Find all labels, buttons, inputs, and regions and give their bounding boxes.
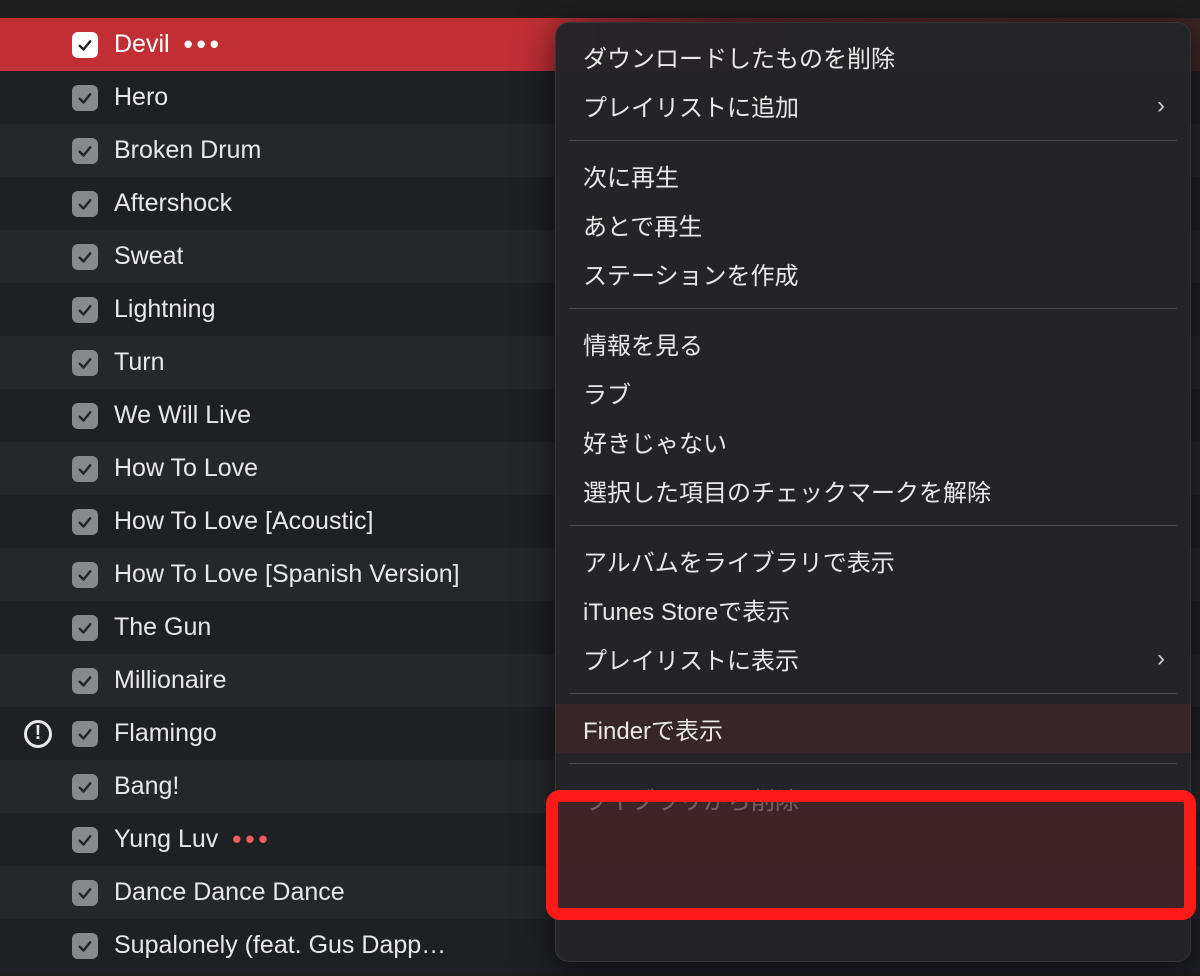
context-menu-item[interactable]: iTunes Storeで表示 xyxy=(555,585,1191,634)
song-title: Turn xyxy=(114,348,164,377)
song-title: Flamingo xyxy=(114,719,217,748)
checkbox[interactable] xyxy=(72,933,98,959)
checkbox[interactable] xyxy=(72,456,98,482)
song-title: Dance Dance Dance xyxy=(114,878,345,907)
checkbox[interactable] xyxy=(72,32,98,58)
menu-item-label: あとで再生 xyxy=(583,207,702,242)
context-menu-item[interactable]: あとで再生 xyxy=(555,200,1191,249)
menu-separator xyxy=(569,763,1177,764)
menu-separator xyxy=(569,140,1177,141)
menu-item-label: プレイリストに表示 xyxy=(583,641,799,676)
song-title: How To Love [Spanish Version] xyxy=(114,560,460,589)
alert-icon: ! xyxy=(24,720,52,748)
checkbox[interactable] xyxy=(72,615,98,641)
context-menu-item[interactable]: 情報を見る xyxy=(555,319,1191,368)
context-menu-item[interactable]: プレイリストに追加 › xyxy=(555,81,1191,130)
checkbox[interactable] xyxy=(72,880,98,906)
context-menu-item[interactable]: Finderで表示 xyxy=(555,704,1191,753)
checkbox[interactable] xyxy=(72,774,98,800)
song-title: Millionaire xyxy=(114,666,227,695)
checkbox[interactable] xyxy=(72,721,98,747)
chevron-right-icon: › xyxy=(1157,92,1165,120)
menu-item-label: ライブラリから削除 xyxy=(583,781,799,816)
menu-item-label: 情報を見る xyxy=(583,326,703,361)
more-options-icon[interactable]: ••• xyxy=(232,824,271,855)
menu-item-label: ステーションを作成 xyxy=(583,256,799,291)
menu-item-label: プレイリストに追加 xyxy=(583,88,799,123)
menu-item-label: アルバムをライブラリで表示 xyxy=(583,543,895,578)
checkbox[interactable] xyxy=(72,403,98,429)
checkbox[interactable] xyxy=(72,297,98,323)
menu-item-label: iTunes Storeで表示 xyxy=(583,592,790,627)
song-title: Aftershock xyxy=(114,189,232,218)
song-title: Broken Drum xyxy=(114,136,261,165)
checkbox[interactable] xyxy=(72,350,98,376)
song-title: Sweat xyxy=(114,242,183,271)
song-title: How To Love xyxy=(114,454,258,483)
song-title: Devil xyxy=(114,30,170,59)
menu-separator xyxy=(569,308,1177,309)
song-title: Lightning xyxy=(114,295,215,324)
menu-item-label: ラブ xyxy=(583,375,631,410)
context-menu-item[interactable]: 選択した項目のチェックマークを解除 xyxy=(555,466,1191,515)
song-title: Yung Luv xyxy=(114,825,218,854)
checkbox[interactable] xyxy=(72,509,98,535)
menu-item-label: Finderで表示 xyxy=(583,711,723,746)
song-title: Hero xyxy=(114,83,168,112)
checkbox[interactable] xyxy=(72,85,98,111)
checkbox[interactable] xyxy=(72,244,98,270)
more-options-icon[interactable]: ••• xyxy=(184,29,223,60)
checkbox[interactable] xyxy=(72,668,98,694)
checkbox[interactable] xyxy=(72,191,98,217)
checkbox[interactable] xyxy=(72,562,98,588)
context-menu-item[interactable]: 好きじゃない xyxy=(555,417,1191,466)
context-menu-item[interactable]: ダウンロードしたものを削除 xyxy=(555,32,1191,81)
song-title: Supalonely (feat. Gus Dapp… xyxy=(114,931,446,960)
menu-item-label: ダウンロードしたものを削除 xyxy=(583,39,895,74)
context-menu-item[interactable]: ステーションを作成 xyxy=(555,249,1191,298)
context-menu-item[interactable]: ライブラリから削除 xyxy=(555,774,1191,823)
menu-item-label: 次に再生 xyxy=(583,158,679,193)
song-title: Bang! xyxy=(114,772,179,801)
checkbox[interactable] xyxy=(72,827,98,853)
song-title: We Will Live xyxy=(114,401,251,430)
context-menu[interactable]: ダウンロードしたものを削除プレイリストに追加 › 次に再生あとで再生ステーションを作… xyxy=(555,22,1191,962)
checkbox[interactable] xyxy=(72,138,98,164)
menu-item-label: 選択した項目のチェックマークを解除 xyxy=(583,473,991,508)
menu-separator xyxy=(569,693,1177,694)
context-menu-item[interactable]: 次に再生 xyxy=(555,151,1191,200)
menu-item-label: 好きじゃない xyxy=(583,424,727,459)
menu-separator xyxy=(569,525,1177,526)
context-menu-item[interactable]: プレイリストに表示 › xyxy=(555,634,1191,683)
song-title: How To Love [Acoustic] xyxy=(114,507,373,536)
song-title: The Gun xyxy=(114,613,211,642)
context-menu-item[interactable]: ラブ xyxy=(555,368,1191,417)
app-viewport: Devil ••• Hero Broken Drum Aftershock Sweat Li… xyxy=(0,0,1200,976)
context-menu-item[interactable]: アルバムをライブラリで表示 xyxy=(555,536,1191,585)
chevron-right-icon: › xyxy=(1157,645,1165,673)
